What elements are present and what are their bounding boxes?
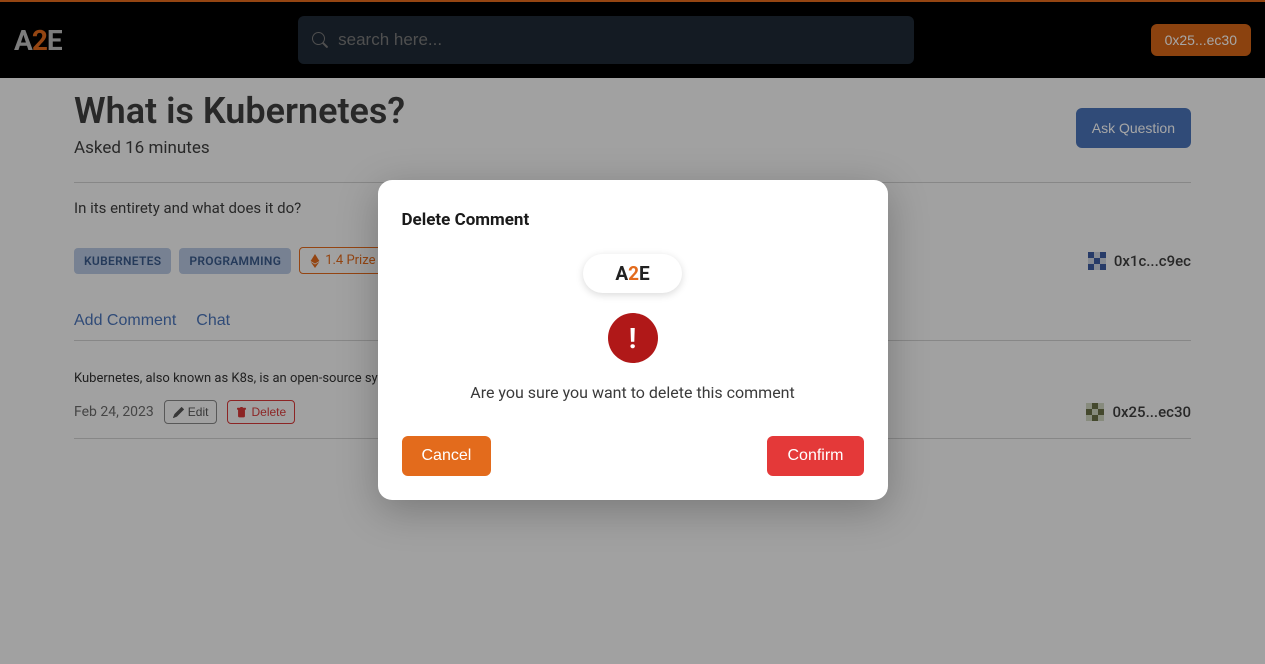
- modal-title: Delete Comment: [402, 210, 864, 230]
- brand-a: A: [615, 262, 628, 285]
- brand-two: 2: [628, 262, 639, 285]
- modal-icon-wrap: !: [402, 313, 864, 363]
- modal-actions: Cancel Confirm: [402, 436, 864, 476]
- modal-message: Are you sure you want to delete this com…: [402, 383, 864, 402]
- modal-brand-logo: A2E: [583, 254, 681, 293]
- modal-logo-wrap: A2E: [402, 254, 864, 293]
- warning-icon: !: [608, 313, 658, 363]
- delete-comment-modal: Delete Comment A2E ! Are you sure you wa…: [378, 180, 888, 500]
- brand-e: E: [639, 262, 650, 285]
- cancel-button[interactable]: Cancel: [402, 436, 492, 476]
- confirm-button[interactable]: Confirm: [767, 436, 863, 476]
- modal-overlay[interactable]: Delete Comment A2E ! Are you sure you wa…: [0, 0, 1265, 664]
